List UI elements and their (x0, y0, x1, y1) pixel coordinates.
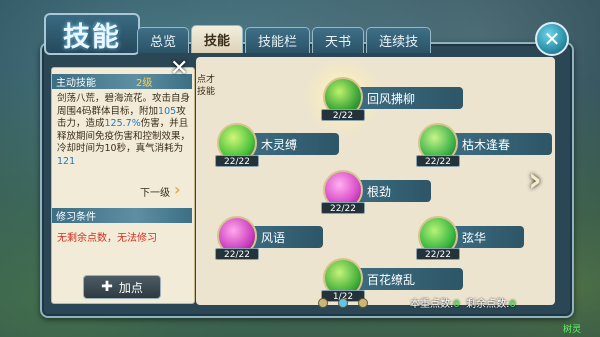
add-point-label: 加点 (118, 280, 143, 295)
chevron-right-icon[interactable]: › (528, 160, 542, 200)
tab-overview[interactable]: 总览 (137, 27, 190, 53)
tab-tianshu[interactable]: 天书 (312, 27, 365, 53)
skill-type-label: 主动技能 (56, 78, 96, 89)
desc-value: 125.7% (104, 118, 141, 129)
window-title: 技能 (44, 13, 140, 55)
close-icon: ✕ (543, 27, 561, 51)
skill-count: 22/22 (416, 248, 460, 260)
partial-text: 点才 技能 (197, 74, 215, 98)
remaining-points-label: 剩余点数 (466, 299, 507, 310)
page-dot[interactable] (318, 298, 328, 308)
close-button[interactable]: ✕ (535, 22, 569, 56)
points-summary: 本重点数:0 剩余点数:0 (410, 299, 516, 310)
plus-icon: ✚ (101, 279, 113, 295)
condition-header: 修习条件 (52, 208, 192, 223)
skill-info-panel: 主动技能 2级 剑荡八荒，碧海流花。攻击自身周围4码群体目标，附加105攻击力，… (51, 67, 195, 304)
chevron-right-icon[interactable]: › (174, 180, 181, 199)
skill-count: 2/22 (321, 109, 365, 121)
close-info-icon[interactable]: ✕ (170, 56, 188, 81)
total-points-label: 本重点数: (410, 299, 454, 310)
tab-skills[interactable]: 技能 (191, 25, 244, 53)
skill-count: 22/22 (215, 248, 259, 260)
skill-description: 剑荡八荒，碧海流花。攻击自身周围4码群体目标，附加105攻击力，造成125.7%… (57, 93, 191, 168)
skill-count: 22/22 (321, 202, 365, 214)
skill-level: 2级 (136, 78, 153, 89)
page-indicator (318, 298, 368, 308)
tab-combo[interactable]: 连续技 (366, 27, 432, 53)
skill-count: 22/22 (416, 155, 460, 167)
desc-value: 121 (57, 155, 76, 167)
condition-text: 无剩余点数，无法修习 (57, 233, 157, 244)
desc-text: ，真气消耗为 (126, 143, 184, 154)
page-dot[interactable] (358, 298, 368, 308)
tab-skill-bar[interactable]: 技能栏 (245, 27, 311, 53)
tab-bar: 总览 技能 技能栏 天书 连续技 (137, 25, 433, 54)
watermark: 树灵 (563, 325, 582, 335)
total-points-value: 0 (453, 299, 460, 310)
next-level-label[interactable]: 下一级 (140, 184, 170, 199)
desc-value: 105 (158, 105, 177, 117)
desc-value: 10秒 (104, 143, 127, 154)
add-point-button[interactable]: ✚ 加点 (83, 275, 161, 299)
remaining-points-value: 0 (509, 299, 516, 310)
page-dot-active[interactable] (338, 298, 348, 308)
skill-count: 22/22 (215, 155, 259, 167)
partial-text-content: 点才 技能 (197, 75, 216, 97)
